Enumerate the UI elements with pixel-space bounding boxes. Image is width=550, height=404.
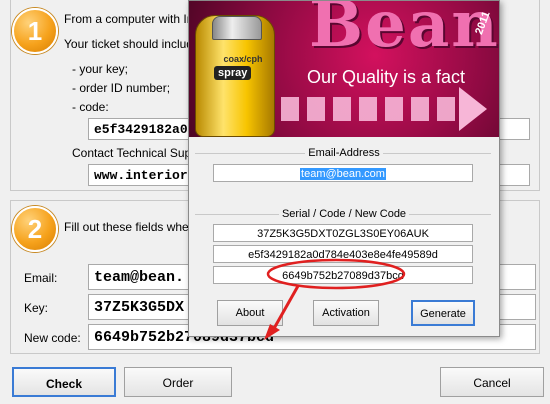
key-label: Key: (24, 301, 49, 315)
arrow-head-graphic (459, 87, 487, 131)
step1-number-badge: 1 (12, 8, 58, 54)
order-button[interactable]: Order (124, 367, 232, 397)
step1-item-order: - order ID number; (72, 81, 171, 95)
keygen-window: Bean 2011 coax/cph spray Our Quality is … (188, 0, 500, 337)
activation-button[interactable]: Activation (313, 300, 379, 326)
slogan: Our Quality is a fact (307, 67, 466, 87)
about-button[interactable]: About (217, 300, 283, 326)
keygen-banner: Bean 2011 coax/cph spray Our Quality is … (189, 1, 499, 137)
new-code-label: New code: (24, 331, 81, 345)
step2-instruction: Fill out these fields whe (64, 220, 189, 234)
email-section-title: Email-Address (189, 147, 499, 159)
serial-section-title: Serial / Code / New Code (189, 208, 499, 220)
step1-contact: Contact Technical Supp (72, 146, 198, 160)
step1-item-code: - code: (72, 100, 109, 114)
step2-number-badge: 2 (12, 206, 58, 252)
bean-logo: Bean (309, 1, 499, 62)
spray-can-icon: coax/cph spray (195, 15, 275, 137)
keygen-serial-field[interactable]: 37Z5K3G5DXT0ZGL3S0EY06AUK (213, 224, 473, 242)
email-label: Email: (24, 271, 58, 285)
keygen-email-field[interactable]: team@bean.com (213, 164, 473, 182)
step1-line2: Your ticket should include (64, 37, 200, 51)
step1-item-key: - your key; (72, 62, 129, 76)
check-button[interactable]: Check (12, 367, 116, 397)
step1-line1: From a computer with In (64, 12, 194, 26)
spray-word: spray (214, 66, 252, 80)
spray-label: coax/cph (223, 54, 263, 64)
generate-button[interactable]: Generate (411, 300, 475, 326)
spray-cap (212, 16, 262, 40)
keygen-new-code-field[interactable]: 6649b752b27089d37bcd (213, 266, 473, 284)
cancel-button[interactable]: Cancel (440, 367, 544, 397)
arrow-bar-graphic (281, 97, 461, 121)
keygen-code-field[interactable]: e5f3429182a0d784e403e8e4fe49589d (213, 245, 473, 263)
